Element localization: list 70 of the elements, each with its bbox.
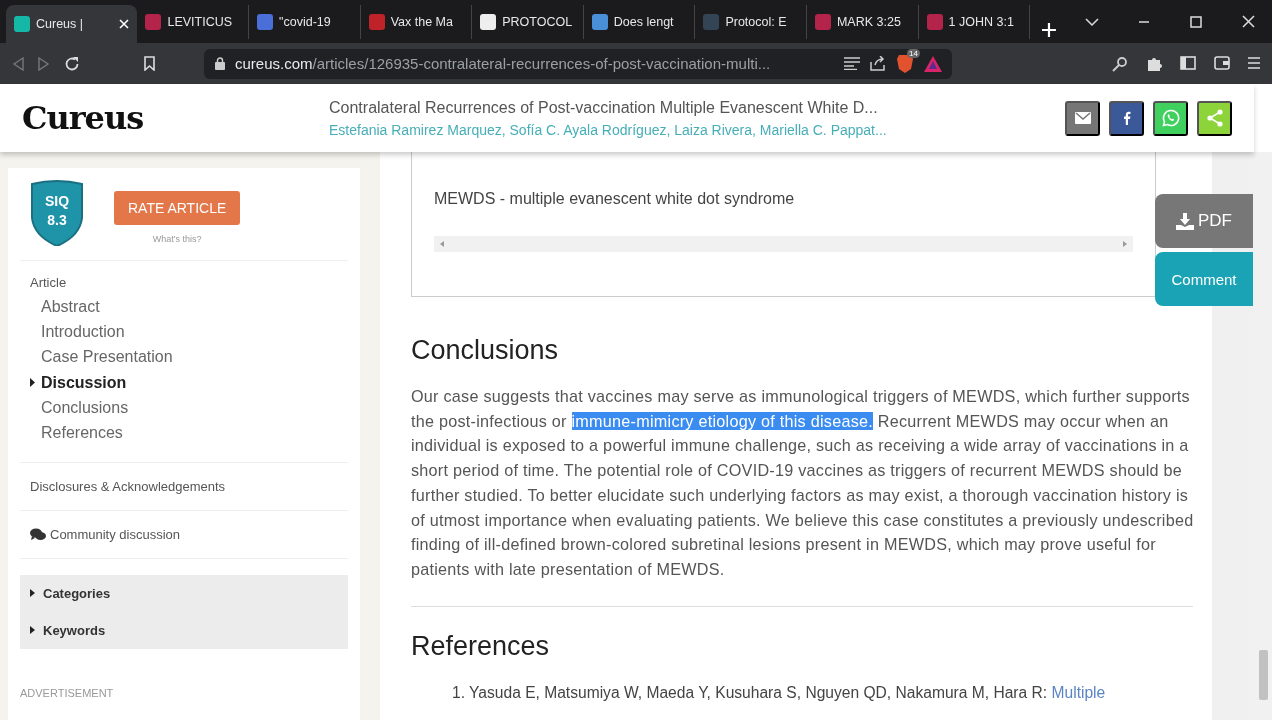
download-icon (1176, 212, 1194, 230)
nav-link[interactable]: Case Presentation (30, 344, 338, 370)
nav-link[interactable]: Conclusions (30, 395, 338, 421)
reference-link[interactable]: Multiple (1051, 683, 1106, 701)
share-button[interactable] (1197, 100, 1232, 136)
site-icon (703, 14, 720, 30)
nav-link[interactable]: References (30, 420, 338, 446)
count-badge: 14 (907, 48, 920, 58)
section-label: Article (29, 274, 68, 292)
nav-link[interactable]: Introduction (30, 319, 338, 345)
puzzle-icon[interactable] (1146, 55, 1162, 72)
community-link[interactable]: Community discussion (50, 526, 181, 542)
collapsible-header[interactable]: Categories (20, 574, 348, 612)
browser-tab[interactable]: MARK 3:25 (806, 5, 919, 39)
siq-shield[interactable]: SIQ 8.3 (30, 180, 84, 246)
share-button[interactable] (1109, 100, 1144, 136)
wallet-icon[interactable] (1214, 55, 1230, 70)
site-icon (926, 14, 943, 30)
advertisement-label: ADVERTISEMENT (20, 686, 115, 699)
site-icon (145, 14, 162, 30)
close-icon[interactable] (119, 19, 130, 29)
site-icon (480, 14, 497, 30)
reader-icon[interactable] (844, 57, 860, 70)
new-tab-icon[interactable] (1042, 23, 1057, 37)
sidebar-icon[interactable] (1180, 55, 1196, 70)
reference-entry: 1. Yasuda E, Matsumiya W, Maeda Y, Kusuhara S, Nguyen QD, Nakamura M, Hara R: Multiple (451, 683, 1107, 702)
site-icon (368, 14, 385, 30)
share-icon[interactable] (870, 56, 886, 71)
site-icon (14, 16, 30, 32)
browser-tab[interactable]: Cureus | (6, 5, 138, 43)
caret-icon (30, 589, 35, 598)
phone-bubble-icon (1161, 109, 1180, 127)
section-heading: References (411, 630, 551, 662)
scrollbar[interactable] (1255, 152, 1272, 720)
section-heading: Conclusions (411, 335, 560, 366)
table-note: MEWDS - multiple evanescent white dot syndrome (434, 190, 796, 208)
back-icon[interactable] (12, 56, 24, 71)
collapsible-header[interactable]: Keywords (20, 611, 348, 649)
reload-icon[interactable] (64, 55, 80, 72)
menu-icon[interactable] (1248, 55, 1260, 70)
nav-link[interactable]: Discussion (30, 369, 338, 396)
conclusions-paragraph: Our case suggests that vaccines may serve as immunological triggers of MEWDS, which further supports the post-infectious or immune-mimicry etiology of this disease. Recurrent MEWDS may occur when an individual is exposed to a powerful immune challenge, such as receiving a wide array of vaccinations in a short period of time. The potential role of COVID-19 vaccines as triggers of recurrent MEWDS should be further studied. To better elucidate such underlying factors as may exist, a thorough vaccination history is of utmost importance when evaluating patients. We believe this case constitutes a previously undescribed finding of ill-defined brown-colored subretinal lesions present in MEWDS, which may prove useful for patients with late presentation of MEWDS. (411, 386, 1195, 580)
site-logo[interactable]: Cureus (22, 99, 329, 137)
site-icon (257, 14, 274, 30)
bookmark-icon[interactable] (144, 56, 155, 71)
mail-icon (1074, 112, 1091, 124)
address-field[interactable]: cureus.com/articles/126935-contralateral-recurrences-of-post-vaccination-multi... (235, 55, 771, 72)
article-title: Contralateral Recurrences of Post-vaccination Multiple Evanescent White D... (329, 98, 879, 117)
browser-tab[interactable]: LEVITICUS (137, 5, 250, 39)
browser-tab[interactable]: PROTOCOL (472, 5, 584, 39)
lock-icon (215, 57, 225, 70)
browser-tab[interactable]: 1 JOHN 3:1 (918, 5, 1031, 39)
browser-tab[interactable]: Vax the Ma (360, 5, 473, 39)
share-button[interactable] (1065, 100, 1100, 136)
browser-tab[interactable]: "covid-19 (249, 5, 361, 39)
caret-icon (30, 626, 35, 635)
caret-icon (30, 378, 35, 388)
site-icon (814, 14, 831, 30)
triangle-icon[interactable] (924, 55, 942, 72)
browser-tab[interactable]: Does lengt (583, 5, 696, 39)
forward-icon[interactable] (38, 56, 50, 71)
site-icon (591, 14, 608, 30)
browser-tab[interactable]: Protocol: E (695, 5, 807, 39)
nav-link[interactable]: Abstract (30, 294, 338, 320)
pdf-button[interactable]: PDF (1155, 194, 1253, 248)
share-icon (1206, 109, 1223, 127)
disclosures-link[interactable]: Disclosures & Acknowledgements (30, 478, 226, 494)
chat-bubbles-icon (30, 527, 46, 541)
share-button[interactable] (1153, 100, 1188, 136)
facebook-icon (1122, 111, 1131, 125)
